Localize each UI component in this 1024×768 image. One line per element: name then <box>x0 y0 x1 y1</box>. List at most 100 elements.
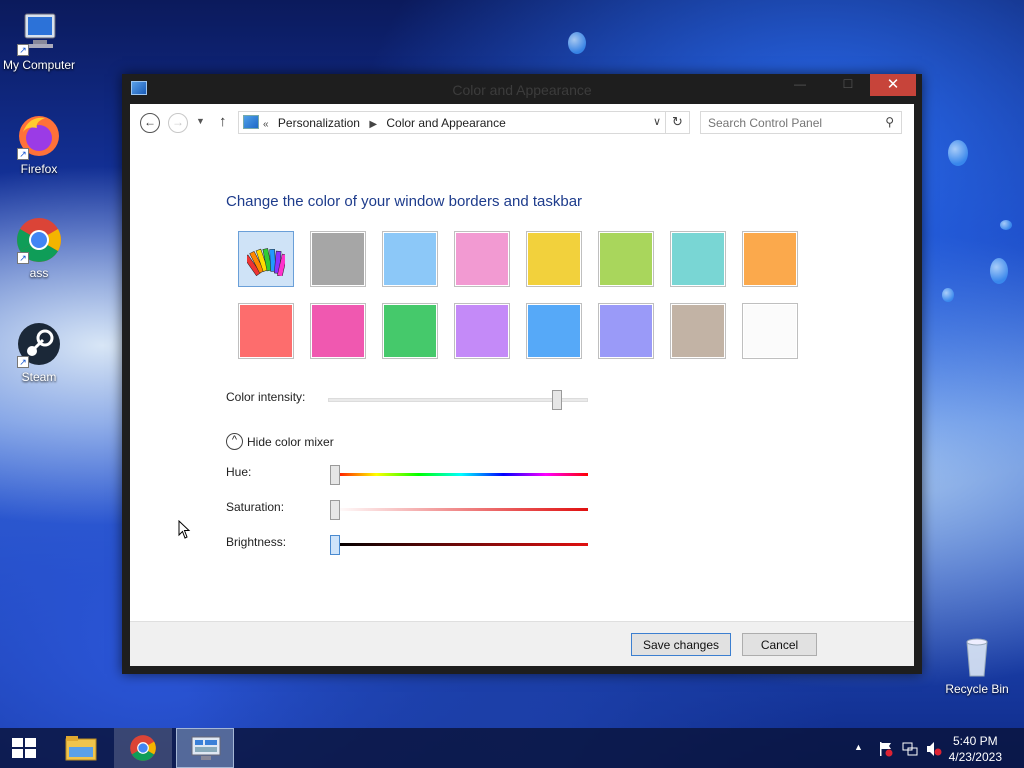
wallpaper-bubble <box>1000 220 1012 230</box>
clock-time: 5:40 PM <box>952 734 998 748</box>
color-swatch-teal[interactable] <box>670 231 726 287</box>
desktop-icon-steam[interactable]: ↗ Steam <box>0 320 78 384</box>
desktop-icon-my-computer[interactable]: ↗ My Computer <box>0 8 78 72</box>
steam-icon: ↗ <box>15 320 63 368</box>
color-swatch-magenta[interactable] <box>310 303 366 359</box>
refresh-button[interactable]: ↻ <box>665 112 689 133</box>
color-swatch-fill <box>384 233 436 285</box>
minimize-button[interactable]: — <box>786 74 814 96</box>
cancel-button[interactable]: Cancel <box>742 633 817 656</box>
mouse-cursor-icon <box>178 520 191 539</box>
color-swatch-fill <box>744 305 796 357</box>
desktop-icon-recycle-bin[interactable]: Recycle Bin <box>938 632 1016 696</box>
title-bar[interactable]: Color and Appearance — ☐ ✕ <box>122 74 922 104</box>
color-swatch-fill <box>456 233 508 285</box>
taskbar-control-panel[interactable] <box>176 728 234 768</box>
color-swatch-automatic[interactable] <box>238 231 294 287</box>
navigation-bar: ← → ▼ ↑ « Personalization ▶ Color and Ap… <box>130 104 914 142</box>
breadcrumb-separator-icon[interactable]: ▶ <box>369 119 377 130</box>
address-dropdown-icon[interactable]: ∨ <box>653 115 661 128</box>
desktop-icon-label: ass <box>29 266 49 280</box>
color-swatch-fill <box>384 305 436 357</box>
desktop-icon-label: Firefox <box>20 162 58 176</box>
taskbar: ▲ 5:40 PM 4/23/2023 <box>0 728 1024 768</box>
color-swatch-lime[interactable] <box>598 231 654 287</box>
color-swatch-fill <box>240 305 292 357</box>
color-swatch-red[interactable] <box>238 303 294 359</box>
window-client-area: ← → ▼ ↑ « Personalization ▶ Color and Ap… <box>130 104 914 666</box>
page-heading: Change the color of your window borders … <box>226 193 583 210</box>
windows-logo-icon <box>12 738 36 758</box>
firefox-icon: ↗ <box>15 112 63 160</box>
saturation-track[interactable] <box>334 508 588 511</box>
search-input[interactable] <box>701 112 871 133</box>
taskbar-chrome[interactable] <box>114 728 172 768</box>
volume-muted-icon[interactable] <box>926 741 942 757</box>
show-hidden-icons-button[interactable]: ▲ <box>854 742 863 752</box>
control-panel-icon <box>243 115 259 129</box>
color-palette-icon <box>247 248 285 276</box>
system-clock[interactable]: 5:40 PM 4/23/2023 <box>949 733 1002 765</box>
color-swatch-fill <box>672 233 724 285</box>
breadcrumb-overflow[interactable]: « <box>263 119 269 130</box>
brightness-track[interactable] <box>334 543 588 546</box>
color-swatch-yellow[interactable] <box>526 231 582 287</box>
wallpaper-bubble <box>568 32 586 54</box>
color-swatch-sky[interactable] <box>526 303 582 359</box>
hide-color-mixer-label: Hide color mixer <box>247 434 334 449</box>
color-swatch-pink[interactable] <box>454 231 510 287</box>
color-swatch-fill <box>600 305 652 357</box>
color-swatch-gray[interactable] <box>310 231 366 287</box>
address-bar[interactable]: « Personalization ▶ Color and Appearance… <box>238 111 690 134</box>
breadcrumb: « Personalization ▶ Color and Appearance <box>263 116 512 130</box>
system-tray: ▲ 5:40 PM 4/23/2023 <box>834 728 1024 768</box>
color-swatch-fill <box>312 305 364 357</box>
desktop-icon-label: Recycle Bin <box>945 682 1009 696</box>
breadcrumb-color-and-appearance[interactable]: Color and Appearance <box>386 116 505 130</box>
color-swatch-violet[interactable] <box>454 303 510 359</box>
close-button[interactable]: ✕ <box>870 74 916 96</box>
recycle-bin-icon <box>953 632 1001 680</box>
color-swatch-white[interactable] <box>742 303 798 359</box>
color-swatch-periwinkle[interactable] <box>598 303 654 359</box>
up-button[interactable]: ↑ <box>219 113 227 130</box>
computer-icon: ↗ <box>15 8 63 56</box>
search-box[interactable]: ⚲ <box>700 111 902 134</box>
forward-button[interactable]: → <box>168 113 188 133</box>
color-swatch-green[interactable] <box>382 303 438 359</box>
action-center-flag-icon[interactable] <box>878 741 894 757</box>
hue-label: Hue: <box>226 465 252 479</box>
color-intensity-track[interactable] <box>328 398 588 402</box>
search-icon[interactable]: ⚲ <box>885 115 894 129</box>
color-swatch-fill <box>456 305 508 357</box>
taskbar-file-explorer[interactable] <box>58 728 104 768</box>
hue-track[interactable] <box>334 473 588 476</box>
hue-slider[interactable] <box>330 465 340 485</box>
color-swatch-orange[interactable] <box>742 231 798 287</box>
color-swatch-fill <box>672 305 724 357</box>
color-intensity-slider[interactable] <box>551 390 562 410</box>
color-swatch-fill <box>528 305 580 357</box>
desktop-icon-label: Steam <box>21 370 57 384</box>
save-changes-button[interactable]: Save changes <box>631 633 731 656</box>
color-swatch-taupe[interactable] <box>670 303 726 359</box>
color-swatch-light-blue[interactable] <box>382 231 438 287</box>
network-icon[interactable] <box>902 741 918 757</box>
maximize-button[interactable]: ☐ <box>834 74 862 96</box>
brightness-slider[interactable] <box>330 535 340 555</box>
collapse-chevron-icon: ^ <box>226 433 243 450</box>
saturation-slider[interactable] <box>330 500 340 520</box>
desktop-icon-firefox[interactable]: ↗ Firefox <box>0 112 78 176</box>
color-swatch-fill <box>600 233 652 285</box>
control-panel-icon <box>191 736 221 760</box>
back-button[interactable]: ← <box>140 113 160 133</box>
desktop-icon-ass[interactable]: ↗ ass <box>0 216 78 280</box>
breadcrumb-personalization[interactable]: Personalization <box>278 116 360 130</box>
color-and-appearance-window: Color and Appearance — ☐ ✕ ← → ▼ ↑ « Per… <box>122 74 922 674</box>
clock-date: 4/23/2023 <box>948 750 1002 764</box>
recent-locations-button[interactable]: ▼ <box>196 116 205 126</box>
wallpaper-bubble <box>990 258 1008 284</box>
start-button[interactable] <box>0 728 48 768</box>
hide-color-mixer-toggle[interactable]: ^ Hide color mixer <box>226 433 334 451</box>
color-swatch-fill <box>744 233 796 285</box>
